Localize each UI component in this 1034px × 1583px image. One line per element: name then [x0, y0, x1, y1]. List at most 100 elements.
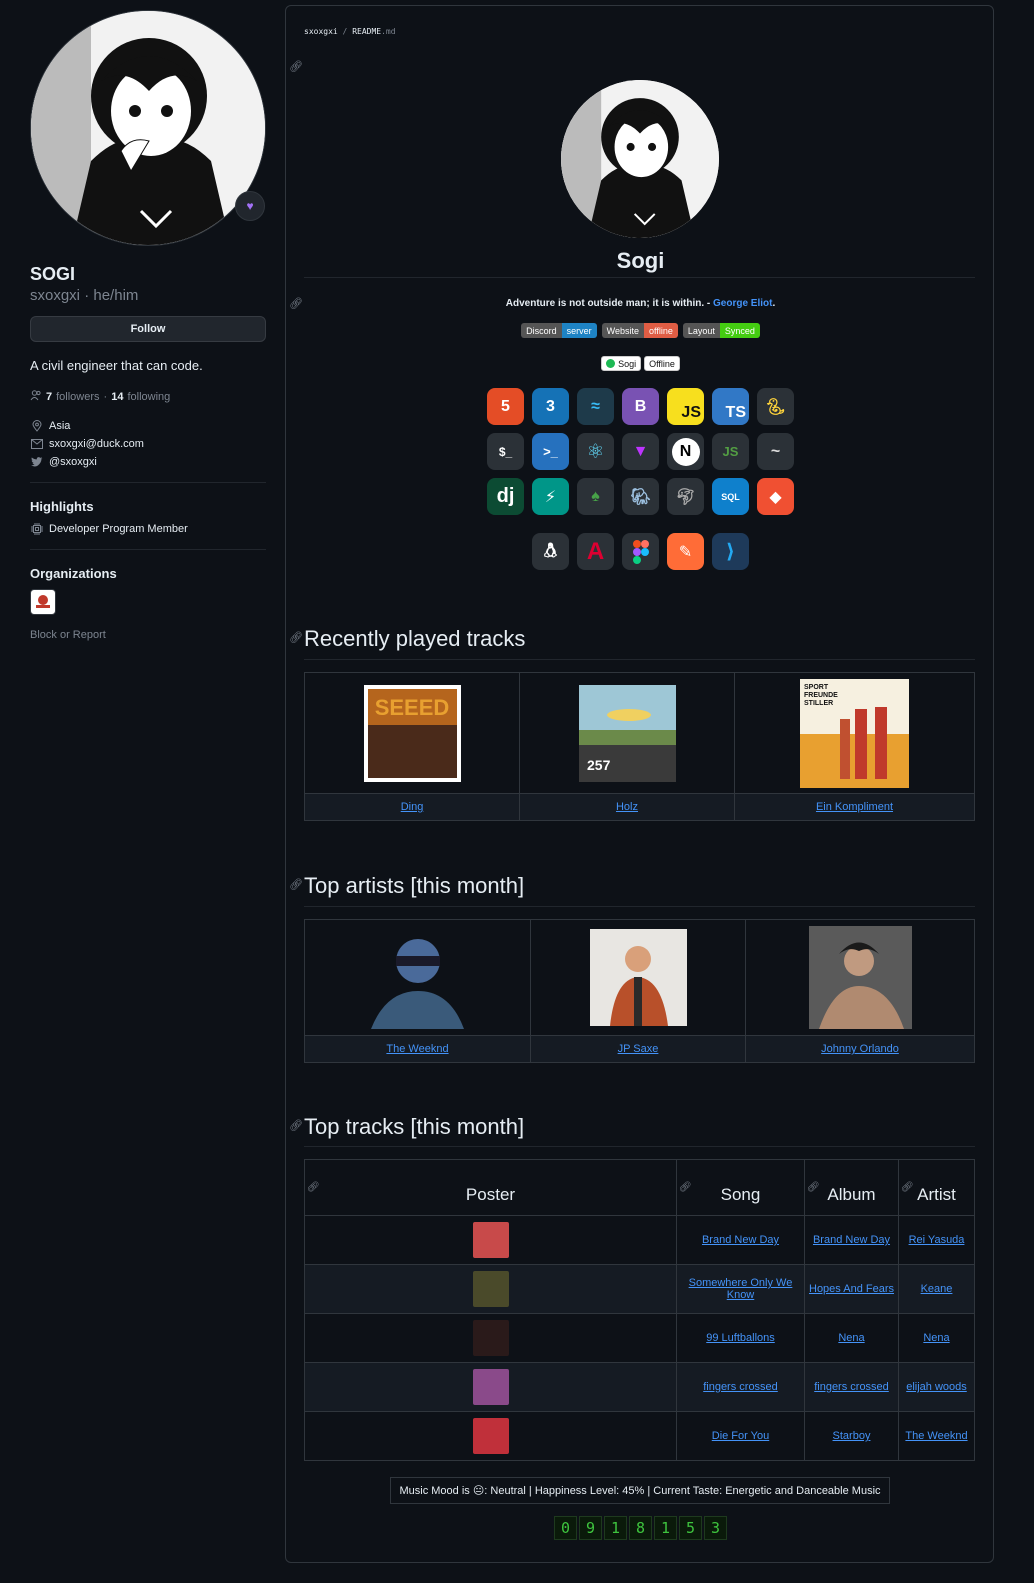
album-cover-ding[interactable]: SEEED	[363, 684, 461, 782]
artist-link-cell: JP Saxe	[530, 1035, 746, 1063]
status-heart-icon[interactable]: ♥	[235, 191, 265, 221]
vite-icon: ▼	[622, 433, 659, 470]
track-poster[interactable]	[472, 1418, 509, 1454]
anchor-link-icon[interactable]: 🔗︎	[289, 878, 303, 891]
song-link[interactable]: 99 Luftballons	[706, 1332, 775, 1344]
track-poster[interactable]	[472, 1369, 509, 1405]
profile-bio: A civil engineer that can code.	[30, 358, 203, 373]
album-link[interactable]: Nena	[838, 1332, 864, 1344]
block-report-link[interactable]: Block or Report	[30, 629, 266, 641]
tech-icons-row-3: dj ⚡︎ ♠ 🐘︎ 🐬︎ SQL ◆	[286, 478, 995, 515]
column-header-artist: 🔗︎ Artist	[898, 1159, 975, 1216]
layout-badge[interactable]: Layout Synced	[682, 323, 760, 338]
postman-icon: ✎	[667, 533, 704, 570]
artist-photo-jp-saxe[interactable]	[589, 929, 687, 1026]
song-link[interactable]: Somewhere Only We Know	[689, 1277, 793, 1301]
badge-row: Discord server Website offline Layout Sy…	[286, 323, 995, 338]
flask-icon: ~	[757, 433, 794, 470]
organization-avatar[interactable]	[30, 589, 56, 615]
track-link[interactable]: Ein Kompliment	[816, 801, 893, 813]
angular-icon: A	[577, 533, 614, 570]
highlight-item: Developer Program Member	[30, 523, 266, 535]
artist-photo-the-weeknd[interactable]	[366, 926, 469, 1029]
album-cover-ein-kompliment[interactable]: SPORTFREUNDESTILLER	[800, 678, 909, 788]
svg-text:257: 257	[587, 757, 611, 773]
artist-link-cell: The Weeknd	[304, 1035, 531, 1063]
artist-photo-johnny-orlando[interactable]	[808, 926, 912, 1029]
divider	[304, 1146, 975, 1147]
song-link[interactable]: Die For You	[712, 1430, 769, 1442]
divider	[304, 906, 975, 907]
divider	[30, 482, 266, 483]
typescript-icon: TS	[712, 388, 749, 425]
quote-text: Adventure is not outside man; it is with…	[505, 298, 713, 309]
profile-details: Asia sxoxgxi@duck.com @sxoxgxi	[30, 420, 266, 468]
anchor-link-icon[interactable]: 🔗︎	[289, 1119, 303, 1132]
vscode-icon: ⟩	[712, 533, 749, 570]
song-link[interactable]: fingers crossed	[703, 1381, 778, 1393]
readme-box: sxoxgxi / README.md 🔗︎ Sogi 🔗︎ Adventure…	[285, 5, 994, 1563]
follow-button[interactable]: Follow	[30, 316, 266, 342]
counter-digit: 5	[679, 1516, 702, 1540]
quote-author-link[interactable]: George Eliot	[713, 298, 772, 309]
track-link[interactable]: Holz	[616, 801, 638, 813]
mongodb-icon: ♠	[577, 478, 614, 515]
track-link-cell: Holz	[519, 793, 735, 821]
track-poster[interactable]	[472, 1320, 509, 1356]
crumb-user[interactable]: sxoxgxi	[304, 27, 338, 36]
table-row: fingers crossed fingers crossed elijah w…	[304, 1362, 975, 1412]
track-link-cell: Ding	[304, 793, 520, 821]
css3-icon: 3	[532, 388, 569, 425]
following-count[interactable]: 14	[111, 391, 123, 403]
avatar-illustration	[31, 11, 265, 245]
website-badge[interactable]: Website offline	[601, 323, 678, 338]
album-link[interactable]: Brand New Day	[813, 1234, 890, 1246]
song-link[interactable]: Brand New Day	[702, 1234, 779, 1246]
profile-login: sxoxgxi	[30, 287, 81, 304]
music-mood-banner: Music Mood is 😐: Neutral | Happiness Lev…	[390, 1477, 890, 1504]
table-row: 99 Luftballons Nena Nena	[304, 1313, 975, 1363]
album-cover-holz[interactable]: 257	[578, 684, 676, 782]
follow-stats: 7 followers · 14 following	[30, 389, 266, 404]
track-poster[interactable]	[472, 1222, 509, 1258]
location-text: Asia	[49, 420, 71, 432]
following-link[interactable]: following	[127, 391, 170, 403]
svg-text:FREUNDE: FREUNDE	[804, 692, 838, 699]
anchor-link-icon[interactable]: 🔗︎	[289, 60, 303, 73]
spotify-name-pill[interactable]: Sogi	[601, 356, 642, 371]
anchor-link-icon[interactable]: 🔗︎	[289, 631, 303, 644]
album-link[interactable]: Starboy	[833, 1430, 871, 1442]
counter-digit: 3	[704, 1516, 727, 1540]
counter-digit: 1	[654, 1516, 677, 1540]
highlight-text: Developer Program Member	[49, 523, 188, 535]
discord-badge[interactable]: Discord server	[521, 323, 597, 338]
followers-count[interactable]: 7	[46, 391, 52, 403]
email-link[interactable]: sxoxgxi@duck.com	[49, 438, 144, 450]
artist-link[interactable]: elijah woods	[906, 1381, 967, 1393]
anchor-link-icon[interactable]: 🔗︎	[307, 1182, 320, 1193]
track-poster[interactable]	[472, 1271, 509, 1307]
album-link[interactable]: fingers crossed	[814, 1381, 889, 1393]
anchor-link-icon[interactable]: 🔗︎	[679, 1182, 692, 1193]
artist-link[interactable]: Nena	[923, 1332, 949, 1344]
artist-link[interactable]: Johnny Orlando	[821, 1043, 899, 1055]
profile-avatar[interactable]	[30, 10, 266, 246]
track-link[interactable]: Ding	[401, 801, 424, 813]
artist-link[interactable]: JP Saxe	[618, 1043, 659, 1055]
profile-pronouns: he/him	[93, 287, 139, 304]
people-icon	[30, 389, 42, 404]
twitter-icon	[30, 457, 43, 467]
counter-digit: 8	[629, 1516, 652, 1540]
album-link[interactable]: Hopes And Fears	[809, 1283, 894, 1295]
artist-link[interactable]: The Weeknd	[386, 1043, 448, 1055]
artist-link[interactable]: The Weeknd	[905, 1430, 967, 1442]
anchor-link-icon[interactable]: 🔗︎	[901, 1182, 914, 1193]
track-cover-cell: SPORT FREUNDE STILLER	[734, 672, 975, 794]
cpu-icon	[30, 523, 43, 535]
profile-login-line: sxoxgxi · he/him	[30, 287, 139, 304]
artist-link[interactable]: Rei Yasuda	[909, 1234, 965, 1246]
twitter-link[interactable]: @sxoxgxi	[49, 456, 97, 468]
anchor-link-icon[interactable]: 🔗︎	[807, 1182, 820, 1193]
artist-link[interactable]: Keane	[921, 1283, 953, 1295]
followers-link[interactable]: followers	[56, 391, 99, 403]
